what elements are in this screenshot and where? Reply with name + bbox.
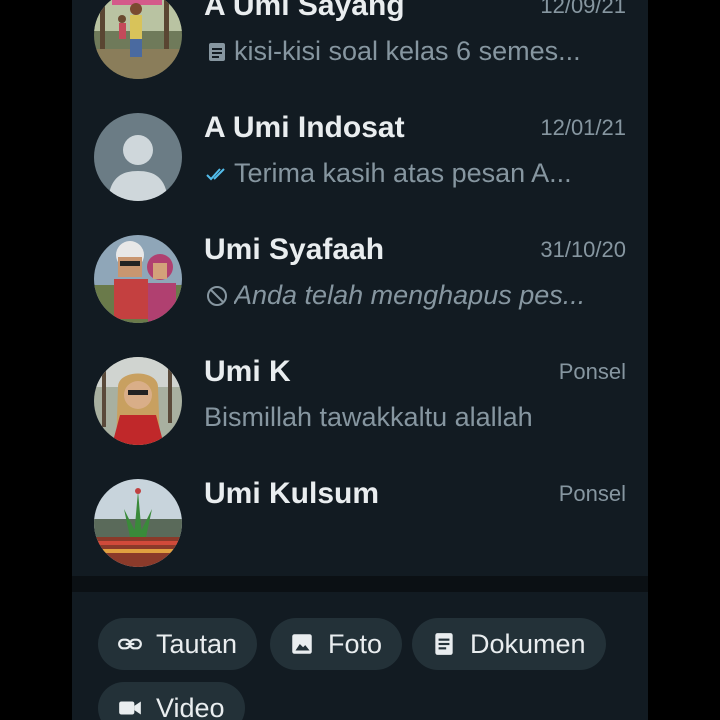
chat-row-umi-kulsum[interactable]: Umi Kulsum Ponsel [72, 462, 648, 584]
double-check-icon [204, 161, 230, 187]
chat-time: Ponsel [558, 481, 626, 506]
chat-preview-text: Bismillah tawakkaltu alallah [204, 402, 533, 432]
chat-row-umi-syafaah[interactable]: Umi Syafaah 31/10/20 Anda telah menghapu… [72, 218, 648, 340]
chat-time: Ponsel [558, 359, 626, 384]
filter-chip-label: Dokumen [470, 628, 586, 659]
video-icon [116, 694, 144, 720]
chat-name: A Umi Indosat [204, 111, 405, 144]
filter-chip-documents[interactable]: Dokumen [412, 618, 606, 670]
chat-search-results: A Umi Sayang 12/09/21 kisi-kisi soal kel… [72, 0, 648, 584]
chat-preview: kisi-kisi soal kelas 6 semes... [204, 36, 614, 67]
filter-chip-videos[interactable]: Video [98, 682, 245, 720]
filter-chip-label: Video [156, 692, 225, 720]
chat-preview-text: Terima kasih atas pesan A... [234, 158, 572, 188]
phone-screen: A Umi Sayang 12/09/21 kisi-kisi soal kel… [72, 0, 648, 720]
chat-time: 12/01/21 [540, 115, 626, 140]
chat-row-a-umi-indosat[interactable]: A Umi Indosat 12/01/21 Terima kasih atas… [72, 96, 648, 218]
chat-row-a-umi-sayang[interactable]: A Umi Sayang 12/09/21 kisi-kisi soal kel… [72, 0, 648, 96]
default-avatar-icon[interactable] [94, 113, 182, 201]
chat-name: Umi Kulsum [204, 477, 380, 510]
avatar[interactable] [94, 357, 182, 445]
chat-preview-text: Anda telah menghapus pes... [234, 280, 586, 310]
section-divider [72, 576, 648, 592]
chat-preview: Anda telah menghapus pes... [204, 280, 614, 311]
avatar[interactable] [94, 0, 182, 79]
filter-chip-label: Tautan [156, 628, 238, 659]
deleted-icon [204, 283, 230, 309]
chat-name: Umi Syafaah [204, 233, 385, 266]
image-icon [288, 630, 316, 658]
chat-preview-text: kisi-kisi soal kelas 6 semes... [234, 36, 581, 66]
chat-name: A Umi Sayang [204, 0, 405, 22]
chat-name: Umi K [204, 355, 291, 388]
avatar[interactable] [94, 479, 182, 567]
filter-chip-photos[interactable]: Foto [270, 618, 403, 670]
chat-preview: Terima kasih atas pesan A... [204, 158, 614, 189]
chat-time: 31/10/20 [540, 237, 626, 262]
link-icon [116, 630, 144, 658]
filter-chip-links[interactable]: Tautan [98, 618, 258, 670]
document-icon [430, 630, 458, 658]
document-icon [204, 39, 230, 65]
avatar[interactable] [94, 235, 182, 323]
chat-preview: Bismillah tawakkaltu alallah [204, 402, 614, 433]
chat-row-umi-k[interactable]: Umi K Ponsel Bismillah tawakkaltu alalla… [72, 340, 648, 462]
filter-chip-label: Foto [328, 628, 383, 659]
chat-time: 12/09/21 [540, 0, 626, 18]
